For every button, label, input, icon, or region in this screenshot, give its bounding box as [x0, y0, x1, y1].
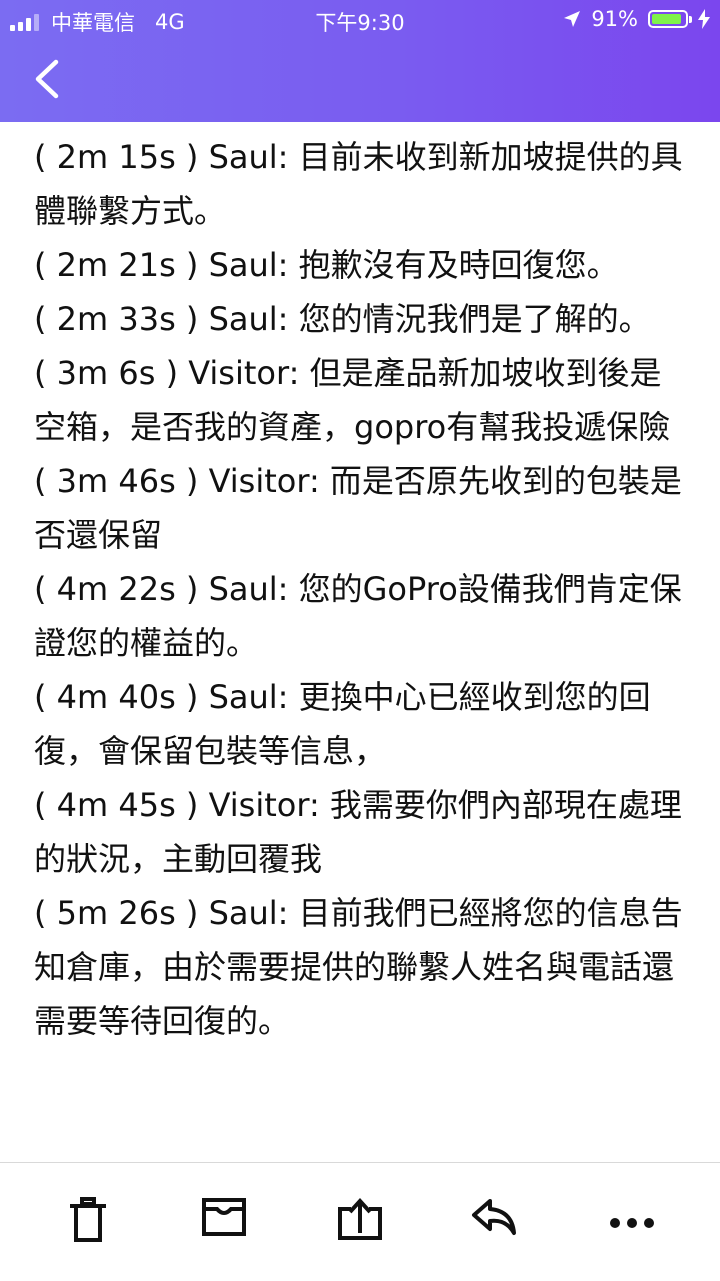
- chevron-left-icon: [35, 59, 59, 99]
- transcript-line: ( 4m 40s ) Saul: 更換中心已經收到您的回復，會保留包裝等信息，: [34, 678, 651, 770]
- archive-button[interactable]: [198, 1197, 250, 1249]
- back-button[interactable]: [28, 56, 68, 102]
- more-button[interactable]: [606, 1197, 658, 1249]
- transcript-line: ( 5m 26s ) Saul: 目前我們已經將您的信息告知倉庫，由於需要提供的…: [34, 894, 683, 1040]
- battery-percent: 91%: [591, 7, 638, 31]
- move-button[interactable]: [334, 1197, 386, 1249]
- transcript-line: ( 3m 6s ) Visitor: 但是產品新加坡收到後是空箱，是否我的資產，…: [34, 354, 671, 446]
- reply-icon: [472, 1199, 516, 1235]
- battery-icon: [648, 10, 692, 28]
- transcript-line: ( 4m 22s ) Saul: 您的GoPro設備我們肯定保證您的權益的。: [34, 570, 682, 662]
- header-bar: 中華電信 4G 下午9:30 91%: [0, 0, 720, 122]
- bottom-toolbar: [0, 1162, 720, 1281]
- clock: 下午9:30: [315, 11, 405, 35]
- transcript-line: ( 3m 46s ) Visitor: 而是否原先收到的包裝是否還保留: [34, 462, 682, 554]
- transcript-line: ( 4m 45s ) Visitor: 我需要你們內部現在處理的狀況，主動回覆我: [34, 786, 682, 878]
- charging-bolt-icon: [698, 9, 710, 29]
- move-to-folder-icon: [338, 1198, 382, 1240]
- transcript-body: ( 2m 15s ) Saul: 目前未收到新加坡提供的具體聯繫方式。 ( 2m…: [0, 122, 720, 1162]
- archive-icon: [202, 1198, 246, 1236]
- more-icon: [610, 1218, 654, 1228]
- transcript-line: ( 2m 21s ) Saul: 抱歉沒有及時回復您。: [34, 246, 619, 284]
- transcript-line: ( 2m 15s ) Saul: 目前未收到新加坡提供的具體聯繫方式。: [34, 138, 683, 230]
- status-bar: 中華電信 4G 下午9:30 91%: [0, 0, 720, 40]
- trash-icon: [70, 1197, 106, 1242]
- location-arrow-icon: [564, 11, 581, 27]
- transcript-line: ( 2m 33s ) Saul: 您的情況我們是了解的。: [34, 300, 651, 338]
- reply-button[interactable]: [468, 1197, 520, 1249]
- delete-button[interactable]: [62, 1197, 114, 1249]
